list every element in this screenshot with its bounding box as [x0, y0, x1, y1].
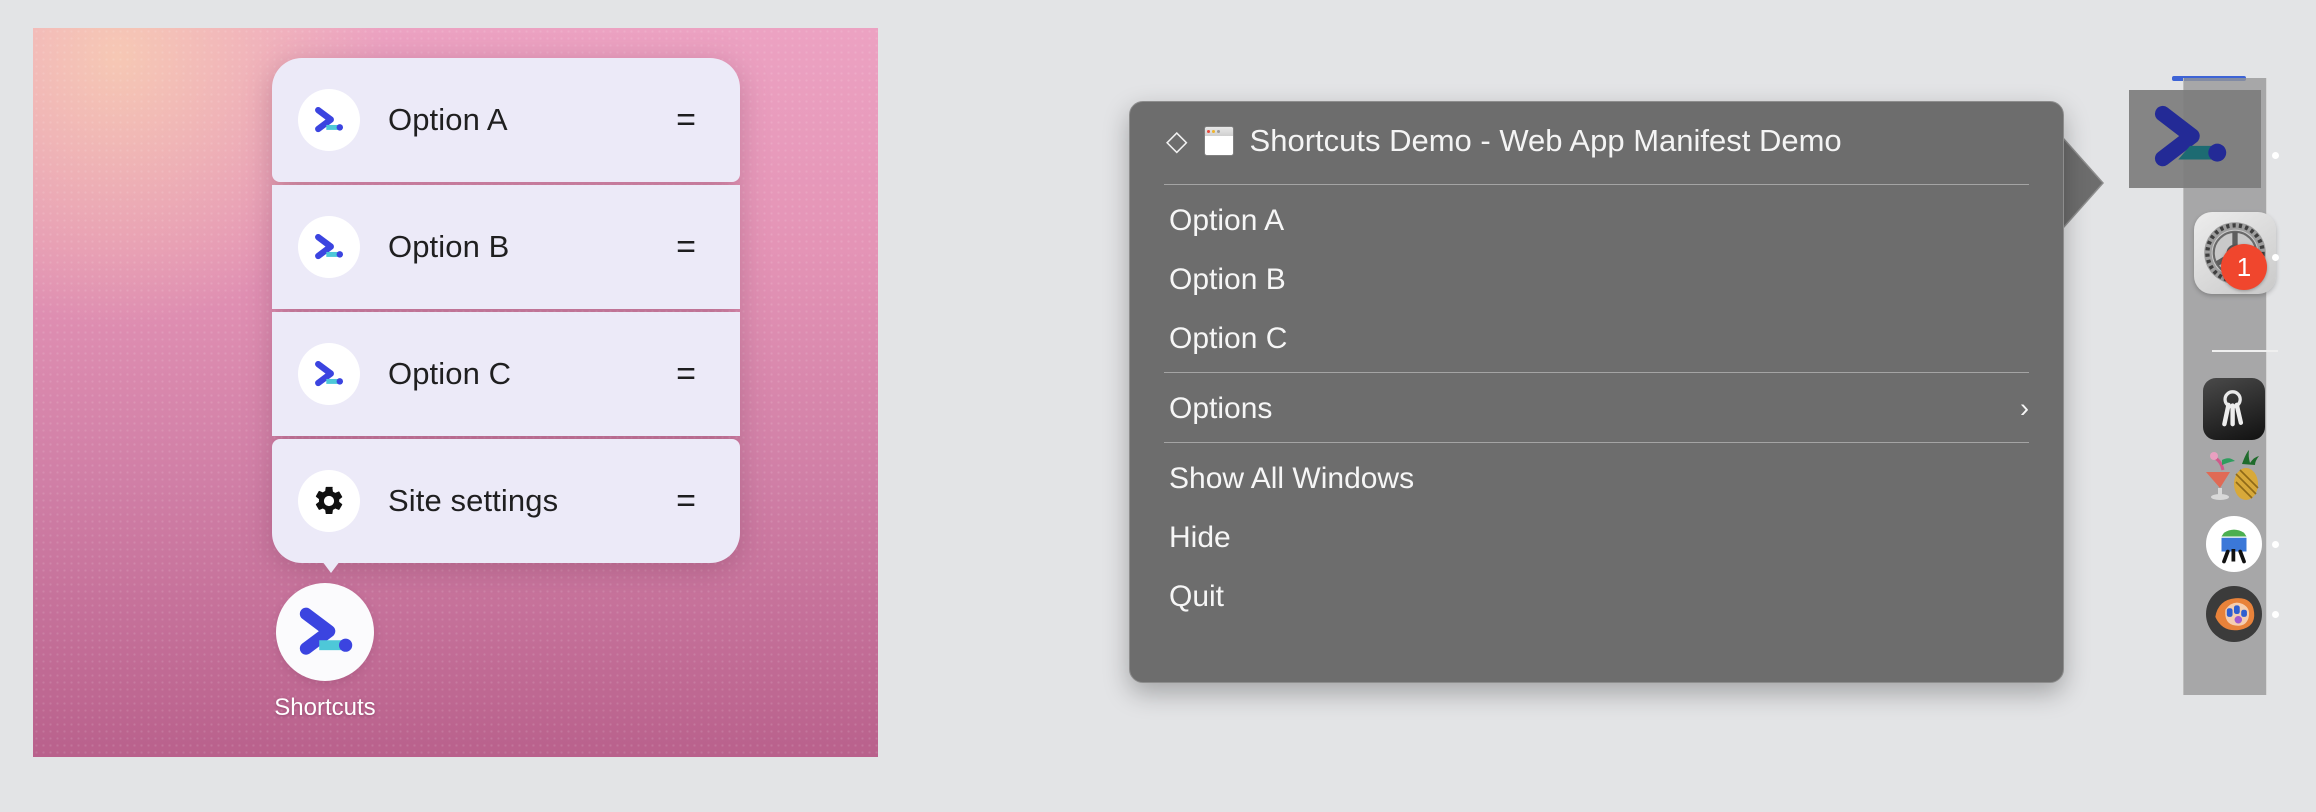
dock-menu-pointer	[2062, 138, 2102, 228]
shortcut-menu-item-site-settings[interactable]: Site settings =	[272, 439, 740, 563]
drag-handle-icon[interactable]: =	[676, 357, 696, 391]
browser-window-icon	[1204, 126, 1234, 156]
context-menu-pointer	[316, 553, 346, 573]
notification-badge: 1	[2221, 244, 2267, 290]
drag-handle-icon[interactable]: =	[676, 103, 696, 137]
diamond-icon: ◇	[1166, 127, 1188, 155]
drag-handle-icon[interactable]: =	[676, 484, 696, 518]
menu-item-option-c[interactable]: Option C	[1130, 309, 2063, 368]
shortcuts-logo-icon	[276, 583, 374, 681]
dock-item-keychain-access[interactable]	[2203, 378, 2265, 440]
menu-item-option-b[interactable]: Option B	[1130, 250, 2063, 309]
menu-divider	[1164, 184, 2029, 185]
app-launcher-tile[interactable]: Shortcuts	[265, 583, 385, 722]
menu-item-label: Hide	[1169, 521, 1231, 555]
shortcut-menu-item-option-b[interactable]: Option B =	[272, 185, 740, 309]
hand-icon	[2206, 586, 2262, 642]
pineapple-icon	[2202, 448, 2266, 502]
android-robot-icon	[2206, 516, 2262, 572]
drag-handle-icon[interactable]: =	[676, 230, 696, 264]
dock-divider	[2212, 350, 2278, 352]
shortcut-menu-item-option-c[interactable]: Option C =	[272, 312, 740, 436]
menu-item-quit[interactable]: Quit	[1130, 567, 2063, 626]
dock-running-indicator-hand	[2272, 611, 2279, 618]
shortcuts-logo-icon	[298, 89, 360, 151]
shortcut-menu-item-option-a[interactable]: Option A =	[272, 58, 740, 182]
menu-item-show-all-windows[interactable]: Show All Windows	[1130, 449, 2063, 508]
dock-menu-title: Shortcuts Demo - Web App Manifest Demo	[1250, 123, 1842, 159]
menu-item-label: Quit	[1169, 580, 1224, 614]
gear-icon	[298, 470, 360, 532]
dock-item-shortcuts-highlight[interactable]	[2129, 90, 2261, 188]
shortcut-menu-item-label: Option B	[388, 229, 509, 265]
shortcuts-logo-icon	[298, 343, 360, 405]
menu-item-label: Show All Windows	[1169, 462, 1414, 496]
shortcuts-logo-icon	[298, 216, 360, 278]
keys-icon	[2203, 378, 2265, 440]
dock-item-android-studio[interactable]	[2206, 516, 2262, 572]
menu-item-label: Option B	[1169, 263, 1286, 297]
dock-running-indicator-android	[2272, 541, 2279, 548]
dock-item-hand-app[interactable]	[2206, 586, 2262, 642]
chevron-right-icon: ›	[2020, 395, 2029, 422]
shortcut-menu-item-label: Option C	[388, 356, 511, 392]
menu-divider	[1164, 372, 2029, 373]
dock-running-indicator-settings	[2272, 254, 2279, 261]
menu-divider	[1164, 442, 2029, 443]
pwa-window-wallpaper: Option A = Option B = Op	[33, 28, 878, 757]
dock-context-menu: ◇ Shortcuts Demo - Web App Manifest Demo…	[1129, 101, 2064, 683]
shortcut-context-menu: Option A = Option B = Op	[272, 58, 740, 563]
menu-item-label: Options	[1169, 392, 1272, 426]
shortcuts-logo-icon	[2147, 102, 2233, 176]
dock-menu-header: ◇ Shortcuts Demo - Web App Manifest Demo	[1130, 102, 2063, 180]
shortcut-menu-item-label: Option A	[388, 102, 508, 138]
menu-item-options[interactable]: Options ›	[1130, 379, 2063, 438]
menu-item-option-a[interactable]: Option A	[1130, 191, 2063, 250]
app-launcher-label: Shortcuts	[274, 694, 375, 722]
menu-item-label: Option A	[1169, 204, 1284, 238]
dock-item-pineapple-drink[interactable]	[2202, 448, 2266, 502]
shortcut-menu-item-label: Site settings	[388, 483, 558, 519]
menu-item-hide[interactable]: Hide	[1130, 508, 2063, 567]
menu-item-label: Option C	[1169, 322, 1287, 356]
dock-running-indicator-shortcuts	[2272, 152, 2279, 159]
